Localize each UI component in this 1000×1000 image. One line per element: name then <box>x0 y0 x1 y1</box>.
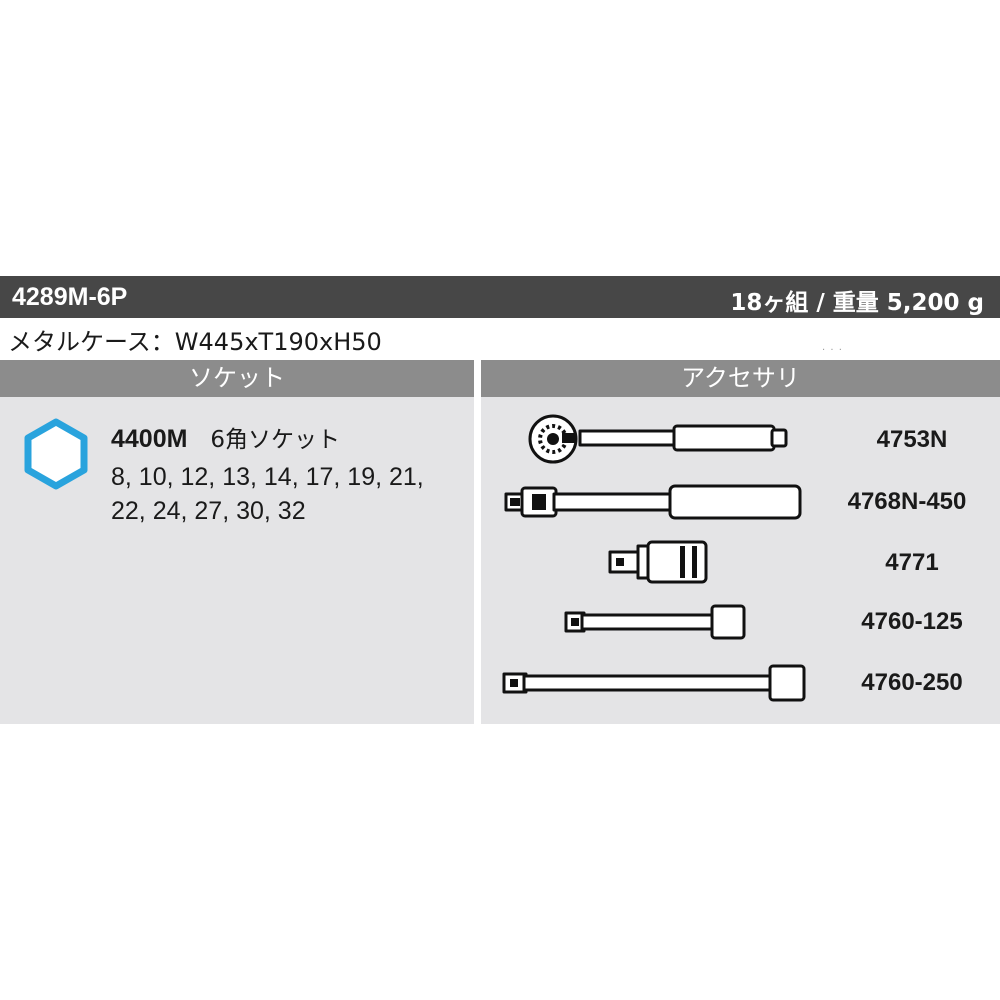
accessory-code-3: 4771 <box>885 549 939 576</box>
extension-bar-long-icon <box>502 664 806 702</box>
accessories-header: アクセサリ <box>481 360 1000 397</box>
case-dimensions: メタルケース：W445xT190xH50 <box>8 328 382 356</box>
socket-sizes: 8, 10, 12, 13, 14, 17, 19, 21, 22, 24, 2… <box>111 460 471 528</box>
socket-code: 4400M <box>111 425 188 453</box>
hexagon-socket-icon <box>24 418 88 490</box>
socket-sizes-line-2: 22, 24, 27, 30, 32 <box>111 497 306 525</box>
adapter-icon <box>608 540 708 584</box>
decorative-dots: · · · <box>822 345 843 356</box>
socket-title: 4400M 6角ソケット <box>111 420 340 454</box>
ratchet-handle-icon <box>528 414 788 464</box>
accessory-code-5: 4760-250 <box>861 669 963 696</box>
accessory-code-2: 4768N-450 <box>847 488 967 515</box>
socket-sizes-line-1: 8, 10, 12, 13, 14, 17, 19, 21, <box>111 463 424 491</box>
extension-bar-short-icon <box>564 604 746 640</box>
set-spec: 18ヶ組 / 重量 5,200 g <box>730 290 984 316</box>
title-bar: 4289M-6P 18ヶ組 / 重量 5,200 g <box>0 276 1000 318</box>
sockets-panel: ソケット <box>0 360 474 724</box>
socket-name: 6角ソケット <box>210 427 341 453</box>
accessory-code-1: 4753N <box>876 426 948 453</box>
flex-handle-icon <box>504 484 802 520</box>
sockets-header: ソケット <box>0 360 474 397</box>
model-number: 4289M-6P <box>12 283 128 311</box>
accessory-code-4: 4760-125 <box>861 608 963 635</box>
